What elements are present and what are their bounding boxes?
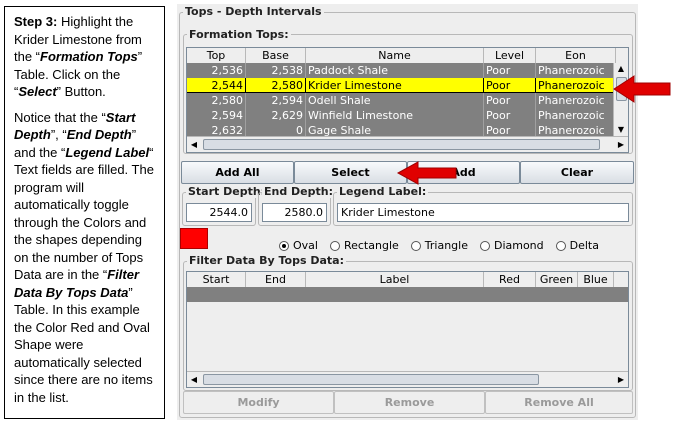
column-header-name[interactable]: Name: [306, 48, 484, 63]
add-all-button[interactable]: Add All: [181, 161, 294, 184]
start-depth-field[interactable]: 2544.0: [186, 203, 252, 222]
instruction-text: ” Table. In this example the Color Red a…: [14, 284, 153, 405]
start-depth-label: Start Depth:: [186, 185, 268, 198]
instruction-panel: Step 3: Highlight the Krider Limestone f…: [4, 6, 165, 419]
cell-base: 2,629: [246, 108, 306, 123]
cell-name: Krider Limestone: [306, 78, 484, 93]
cell-eon: Phanerozoic: [536, 63, 616, 78]
cell-level: Poor: [484, 108, 536, 123]
radio-icon[interactable]: [479, 240, 490, 251]
table-row[interactable]: 2,536 2,538 Paddock Shale Poor Phanerozo…: [187, 63, 628, 78]
cell-eon: Phanerozoic: [536, 93, 616, 108]
filter-empty-row: [187, 287, 628, 302]
cell-base: 2,580: [246, 78, 306, 93]
select-button[interactable]: Select: [294, 161, 407, 184]
filter-table-body: [187, 302, 628, 371]
column-header-end[interactable]: End: [246, 272, 306, 287]
instruction-emphasis: Legend Label: [65, 144, 150, 160]
remove-all-button[interactable]: Remove All: [485, 391, 633, 414]
shape-option-triangle[interactable]: Triangle: [410, 239, 468, 252]
column-header-green[interactable]: Green: [536, 272, 578, 287]
cell-top: 2,580: [187, 93, 246, 108]
end-depth-field[interactable]: 2580.0: [262, 203, 327, 222]
instruction-emphasis: Select: [18, 84, 57, 99]
shape-radio-group: Oval Rectangle Triangle Diamond Delta: [279, 239, 611, 252]
formation-tops-title: Formation Tops:: [187, 28, 291, 41]
color-swatch[interactable]: [180, 228, 208, 249]
cell-top: 2,594: [187, 108, 246, 123]
formation-tops-header: Top Base Name Level Eon: [187, 48, 628, 64]
column-header-level[interactable]: Level: [484, 48, 536, 63]
formation-tops-rows: 2,536 2,538 Paddock Shale Poor Phanerozo…: [187, 63, 628, 138]
legend-label-title: Legend Label:: [337, 185, 429, 198]
column-header-start[interactable]: Start: [187, 272, 246, 287]
radio-label: Delta: [569, 239, 599, 252]
red-arrow-icon: [613, 75, 671, 103]
column-header-base[interactable]: Base: [246, 48, 306, 63]
shape-option-diamond[interactable]: Diamond: [479, 239, 544, 252]
column-header-label[interactable]: Label: [306, 272, 484, 287]
filter-horizontal-scrollbar[interactable]: ◀ ▶: [187, 371, 628, 387]
column-header-eon[interactable]: Eon: [536, 48, 616, 63]
step-label: Step 3:: [14, 14, 58, 29]
cell-eon: Phanerozoic: [536, 78, 616, 93]
instruction-emphasis: Formation Tops: [40, 49, 138, 64]
radio-label: Diamond: [493, 239, 544, 252]
column-header-red[interactable]: Red: [484, 272, 536, 287]
column-header-top[interactable]: Top: [187, 48, 246, 63]
formation-tops-table[interactable]: Top Base Name Level Eon 2,536 2,538 Padd…: [186, 47, 629, 153]
instruction-text: “ Text fields are filled. The program wi…: [14, 144, 154, 283]
red-arrow-icon: [396, 161, 457, 185]
cell-base: 2,594: [246, 93, 306, 108]
radio-icon[interactable]: [329, 240, 340, 251]
radio-icon[interactable]: [410, 240, 421, 251]
shape-option-oval[interactable]: Oval: [279, 239, 318, 252]
instruction-paragraph-1: Step 3: Highlight the Krider Limestone f…: [14, 13, 158, 101]
filter-data-title: Filter Data By Tops Data:: [187, 254, 346, 267]
formation-tops-horizontal-scrollbar[interactable]: ◀ ▶: [187, 136, 628, 152]
instruction-paragraph-2: Notice that the “Start Depth”, “End Dept…: [14, 109, 158, 407]
scroll-right-icon[interactable]: ▶: [614, 137, 628, 152]
filter-data-table[interactable]: Start End Label Red Green Blue ◀ ▶: [186, 271, 629, 388]
cell-name: Winfield Limestone: [306, 108, 484, 123]
scroll-thumb[interactable]: [203, 374, 539, 385]
instruction-text: ”, “: [50, 127, 67, 142]
cell-name: Odell Shale: [306, 93, 484, 108]
scroll-thumb[interactable]: [203, 139, 600, 150]
scroll-left-icon[interactable]: ◀: [187, 137, 201, 152]
table-row[interactable]: 2,580 2,594 Odell Shale Poor Phanerozoic: [187, 93, 628, 108]
scroll-left-icon[interactable]: ◀: [187, 372, 201, 387]
instruction-text: Notice that the “: [14, 109, 106, 125]
cell-top: 2,536: [187, 63, 246, 78]
filter-data-header: Start End Label Red Green Blue: [187, 272, 628, 288]
group-title: Tops - Depth Intervals: [183, 5, 324, 18]
scroll-down-icon[interactable]: ▼: [614, 124, 628, 136]
instruction-text: ” Button.: [56, 84, 106, 99]
table-row[interactable]: 2,594 2,629 Winfield Limestone Poor Phan…: [187, 108, 628, 123]
clear-button[interactable]: Clear: [520, 161, 634, 184]
cell-top: 2,544: [187, 78, 246, 93]
shape-option-delta[interactable]: Delta: [555, 239, 599, 252]
radio-selected-icon[interactable]: [279, 240, 289, 251]
scroll-right-icon[interactable]: ▶: [614, 372, 628, 387]
instruction-emphasis: End Depth: [66, 127, 132, 142]
column-header-blue[interactable]: Blue: [578, 272, 614, 287]
remove-button[interactable]: Remove: [334, 391, 485, 414]
radio-icon[interactable]: [555, 240, 566, 251]
radio-label: Triangle: [424, 239, 468, 252]
radio-label: Rectangle: [343, 239, 399, 252]
cell-level: Poor: [484, 93, 536, 108]
modify-button[interactable]: Modify: [183, 391, 334, 414]
cell-eon: Phanerozoic: [536, 108, 616, 123]
cell-base: 2,538: [246, 63, 306, 78]
end-depth-label: End Depth:: [262, 185, 336, 198]
cell-level: Poor: [484, 78, 536, 93]
radio-label: Oval: [293, 239, 318, 252]
shape-option-rectangle[interactable]: Rectangle: [329, 239, 399, 252]
table-row-selected[interactable]: 2,544 2,580 Krider Limestone Poor Phaner…: [187, 78, 628, 93]
cell-name: Paddock Shale: [306, 63, 484, 78]
cell-level: Poor: [484, 63, 536, 78]
tops-depth-intervals-panel: Tops - Depth Intervals Formation Tops: T…: [177, 4, 638, 420]
legend-label-field[interactable]: Krider Limestone: [337, 203, 629, 222]
